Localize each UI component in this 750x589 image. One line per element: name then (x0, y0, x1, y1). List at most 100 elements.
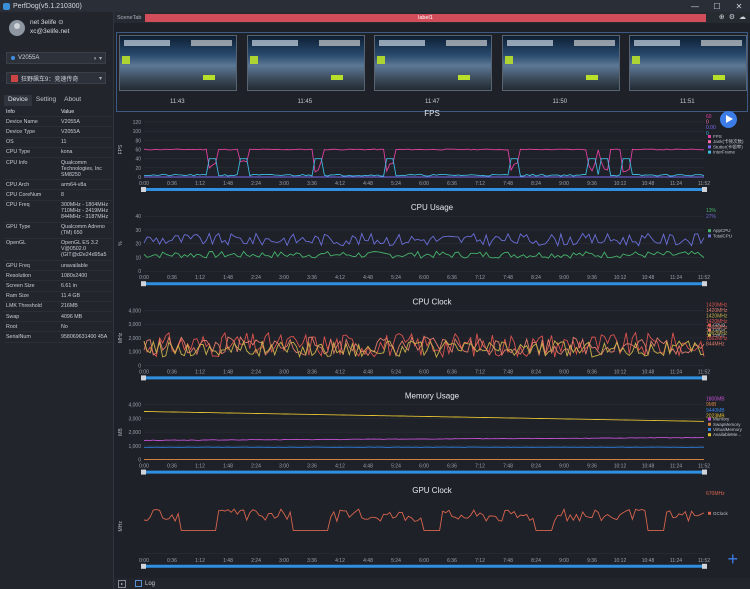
tab-about[interactable]: About (60, 95, 85, 106)
tab-device[interactable]: Device (4, 95, 32, 106)
info-value: 11.4 GB (61, 293, 81, 300)
info-value: 958069631400 45A (61, 333, 108, 340)
cloud-icon[interactable]: ☁ (739, 13, 746, 21)
x-tick-label: 10:48 (642, 181, 655, 187)
thumbnail-hud-element (458, 75, 471, 80)
x-tick-label: 7:48 (503, 558, 513, 564)
screenshot-timeline[interactable]: 11:43 11:45 11:47 11:50 11:51 (116, 32, 748, 112)
info-key: Root (6, 323, 18, 330)
x-tick-label: 7:12 (475, 464, 485, 470)
thumbnail-hud-element (330, 75, 343, 80)
y-tick-label: 3,000 (128, 416, 141, 422)
screenshot-thumbnail[interactable] (246, 35, 365, 91)
expand-icon[interactable]: ▸ (118, 579, 126, 588)
legend-swatch (708, 433, 711, 437)
x-tick-label: 4:48 (363, 464, 373, 470)
scene-label-bar[interactable]: label1 (145, 14, 706, 22)
legend-value: 844MHz (706, 342, 725, 348)
chevron-down-icon: ▾ (98, 75, 102, 82)
app-icon (3, 2, 10, 10)
scene-tab-label[interactable]: SceneTab (117, 15, 141, 21)
maximize-button[interactable]: ☐ (706, 0, 728, 12)
log-label: Log (145, 580, 156, 587)
minimize-button[interactable]: — (684, 0, 706, 12)
screenshot-thumbnail[interactable] (374, 35, 492, 91)
x-tick-label: 6:36 (447, 464, 457, 470)
app-title: PerfDog(v5.1.210300) (13, 2, 82, 10)
range-handle-left (141, 375, 146, 381)
x-tick-label: 7:48 (503, 181, 513, 187)
avatar[interactable] (9, 20, 25, 36)
info-key: Device Name (6, 118, 38, 125)
sidebar-tabs: Device Setting About (4, 95, 110, 106)
range-handle-right (702, 563, 707, 569)
info-row: CPU Arch arm64-v8a (4, 180, 112, 191)
x-tick-label: 10:48 (642, 558, 655, 564)
thumbnail-time: 11:50 (552, 99, 568, 105)
info-value: 216MB (61, 303, 78, 310)
x-tick-label: 4:48 (363, 181, 373, 187)
info-row: OS 11 (4, 138, 112, 148)
info-row: SerialNum 958069631400 45A (4, 332, 112, 343)
bottom-bar: ▸ Log (114, 578, 750, 589)
legend-entry: TotalCPU (713, 233, 732, 238)
device-info-table: Info Value Device Name V2055A Device Type V20… (4, 107, 112, 343)
x-tick-label: 4:12 (335, 464, 345, 470)
x-tick-label: 0:36 (167, 369, 177, 375)
settings-icon[interactable]: ⚙ (729, 13, 735, 21)
info-key: Info (6, 108, 15, 115)
info-row: Resolution 1080x2400 (4, 271, 112, 282)
x-tick-label: 0:00 (139, 181, 149, 187)
x-tick-label: 1:48 (223, 464, 233, 470)
x-tick-label: 7:12 (475, 275, 485, 281)
log-checkbox[interactable] (135, 580, 142, 587)
x-tick-label: 11:52 (698, 275, 710, 281)
sidebar: net 3elife ⊙ xc@3elife.net V2055A ◐ ▾ 狂野… (0, 12, 114, 589)
y-tick-label: 3,000 (128, 322, 141, 328)
x-tick-label: 1:12 (195, 275, 205, 281)
thumbnail-time: 11:45 (297, 99, 313, 105)
x-tick-label: 2:24 (251, 369, 261, 375)
x-tick-label: 8:24 (531, 275, 541, 281)
x-tick-label: 8:24 (531, 181, 541, 187)
series-line (143, 250, 705, 259)
scene-bar: SceneTab label1 ⊕ ⚙ ☁ (114, 12, 750, 23)
device-select[interactable]: V2055A ◐ ▾ (6, 52, 106, 64)
info-row: Root No (4, 322, 112, 333)
range-handle-left (141, 187, 146, 192)
thumbnail-hud-element (377, 56, 385, 64)
info-header-row: Info Value (4, 107, 112, 118)
main-panel: SceneTab label1 ⊕ ⚙ ☁ 11:43 11:45 11:47 11:… (114, 12, 750, 589)
y-tick-label: 40 (135, 214, 141, 220)
close-button[interactable]: ✕ (728, 0, 750, 12)
y-tick-label: 4,000 (128, 308, 141, 314)
x-tick-label: 7:48 (503, 369, 513, 375)
y-axis-label: % (118, 241, 124, 246)
x-tick-label: 0:00 (139, 275, 149, 281)
x-tick-label: 3:00 (279, 369, 289, 375)
thumbnail-hud-element (585, 75, 598, 80)
info-row: Device Name V2055A (4, 117, 112, 128)
screenshot-thumbnail[interactable] (501, 35, 620, 91)
tab-setting[interactable]: Setting (32, 95, 60, 106)
x-tick-label: 5:24 (391, 275, 401, 281)
screenshot-thumbnail[interactable] (119, 35, 237, 91)
app-select[interactable]: 狂野飙车9：竞速传奇 ▾ (6, 72, 106, 84)
x-tick-label: 2:24 (251, 558, 261, 564)
add-chart-button[interactable]: + (727, 549, 738, 570)
info-value: V2055A (61, 128, 80, 135)
legend-swatch (708, 428, 711, 431)
series-line (144, 411, 705, 422)
x-tick-label: 3:36 (307, 464, 317, 470)
info-row: Ram Size 11.4 GB (4, 292, 112, 302)
legend-swatch (708, 145, 711, 149)
thumbnail-hud-element (203, 75, 216, 80)
legend-swatch (708, 150, 711, 154)
screenshot-thumbnail[interactable] (629, 35, 747, 91)
gear-icon[interactable]: ⊕ (719, 13, 725, 21)
range-handle-left (141, 281, 146, 287)
info-value: OpenGL ES 3.2 V@0502.0 (GIT@d2e24d95a5 (61, 240, 107, 259)
x-tick-label: 9:00 (559, 464, 569, 470)
y-tick-label: 20 (135, 242, 141, 248)
title-bar: PerfDog(v5.1.210300) — ☐ ✕ (0, 0, 750, 12)
